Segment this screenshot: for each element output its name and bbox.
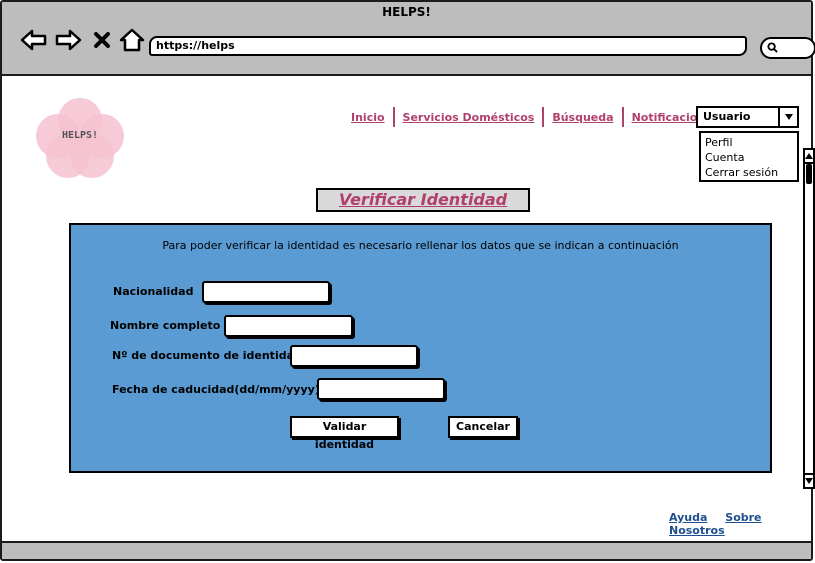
- scroll-up-icon[interactable]: [805, 150, 813, 164]
- home-icon: [119, 28, 145, 52]
- address-bar[interactable]: https://helps: [149, 36, 747, 56]
- page-scrollbar[interactable]: [803, 148, 815, 489]
- menu-item-cerrar-sesion[interactable]: Cerrar sesión: [705, 165, 793, 180]
- expiry-date-label: Fecha de caducidad(dd/mm/yyyy): [112, 383, 320, 396]
- helps-logo[interactable]: HELPS!: [32, 98, 128, 180]
- validate-identity-button[interactable]: Validar identidad: [290, 416, 399, 451]
- nav-separator: [542, 107, 545, 127]
- browser-window: HELPS! https://helps HELPS! Inicio Servi…: [0, 0, 815, 561]
- arrow-left-icon: [20, 29, 47, 51]
- nav-separator: [621, 107, 624, 127]
- forward-button[interactable]: [54, 28, 82, 52]
- nav-item-servicios[interactable]: Servicios Domésticos: [397, 111, 541, 124]
- arrow-right-icon: [55, 29, 82, 51]
- scroll-thumb[interactable]: [806, 164, 812, 184]
- stop-button[interactable]: [92, 28, 112, 52]
- svg-text:HELPS!: HELPS!: [62, 130, 98, 141]
- search-icon: [767, 42, 778, 53]
- footer-links: Ayuda Sobre Nosotros: [669, 511, 811, 537]
- verify-form-panel: Para poder verificar la identidad es nec…: [69, 223, 772, 473]
- user-dropdown-menu: Perfil Cuenta Cerrar sesión: [699, 131, 799, 182]
- top-nav: Inicio Servicios Domésticos Búsqueda Not…: [345, 106, 731, 128]
- full-name-label: Nombre completo: [110, 319, 221, 332]
- browser-toolbar: HELPS! https://helps: [2, 2, 815, 76]
- form-intro-text: Para poder verificar la identidad es nec…: [162, 239, 679, 252]
- close-icon: [94, 32, 110, 48]
- user-dropdown[interactable]: Usuario: [696, 106, 799, 128]
- nationality-input[interactable]: [202, 281, 330, 303]
- menu-item-perfil[interactable]: Perfil: [705, 135, 793, 150]
- browser-search[interactable]: [760, 37, 815, 59]
- nationality-label: Nacionalidad: [113, 285, 194, 298]
- menu-item-cuenta[interactable]: Cuenta: [705, 150, 793, 165]
- document-number-label: Nº de documento de identidad: [112, 349, 302, 362]
- nav-item-busqueda[interactable]: Búsqueda: [546, 111, 619, 124]
- footer-help-link[interactable]: Ayuda: [669, 511, 707, 524]
- user-dropdown-value: Usuario: [703, 110, 751, 123]
- home-button[interactable]: [118, 28, 146, 52]
- cancel-button[interactable]: Cancelar: [448, 416, 518, 438]
- nav-separator: [392, 107, 395, 127]
- full-name-input[interactable]: [224, 315, 353, 337]
- page-title: Verificar Identidad: [316, 188, 530, 212]
- chevron-down-icon[interactable]: [778, 108, 797, 126]
- window-title: HELPS!: [382, 5, 431, 19]
- expiry-date-input[interactable]: [317, 378, 445, 400]
- back-button[interactable]: [20, 28, 48, 52]
- document-number-input[interactable]: [290, 345, 418, 367]
- scroll-down-icon[interactable]: [805, 473, 813, 487]
- browser-status-bar: [2, 541, 811, 559]
- nav-item-inicio[interactable]: Inicio: [345, 111, 391, 124]
